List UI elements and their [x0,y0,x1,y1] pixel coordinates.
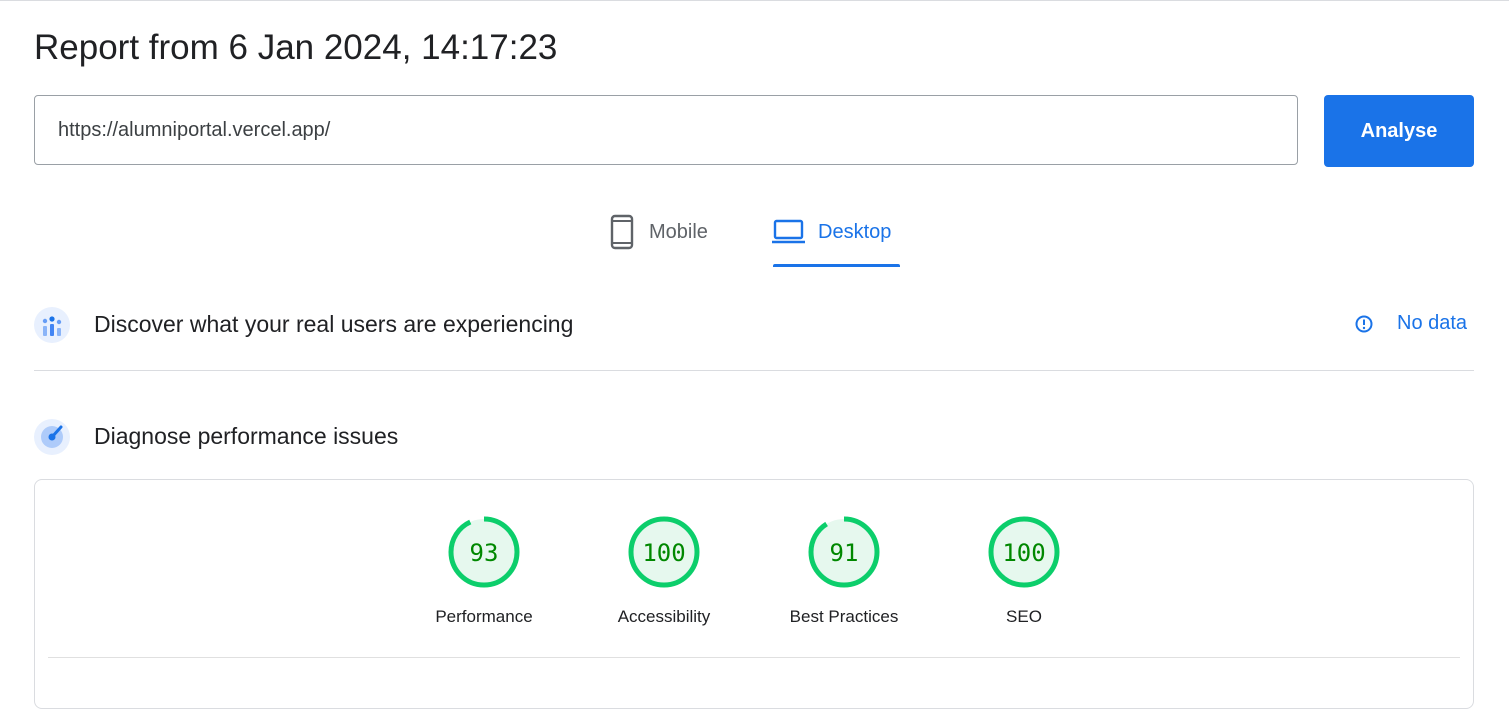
performance-label: Performance [435,607,533,626]
no-data-label: No data [1397,312,1468,334]
performance-score: 93 [470,539,499,567]
performance-gauge-ring: 93 [448,516,520,588]
users-chart-icon [34,307,70,343]
field-data-title: Discover what your real users are experi… [94,311,574,337]
url-input[interactable]: https://alumniportal.vercel.app/ [34,95,1298,165]
card-divider [48,657,1460,658]
top-border [0,0,1509,1]
seo-label: SEO [1006,607,1042,626]
best-practices-label: Best Practices [789,607,899,626]
report-title: Report from 6 Jan 2024, 14:17:23 [34,28,558,67]
phone-icon [609,214,637,250]
gauge-icon [34,419,70,455]
section-divider [34,370,1474,371]
no-data-link[interactable]: No data [1354,312,1467,335]
tab-selected-indicator [773,264,900,267]
tab-mobile-label: Mobile [649,220,708,243]
scores-card [34,479,1474,709]
best-practices-score: 91 [830,539,859,567]
tab-mobile[interactable]: Mobile [609,212,708,252]
score-gauge-accessibility[interactable]: 100 Accessibility [599,514,729,627]
accessibility-score: 100 [642,539,685,567]
laptop-icon [771,218,806,246]
lab-data-title: Diagnose performance issues [94,423,399,449]
seo-gauge-ring: 100 [988,516,1060,588]
tab-desktop[interactable]: Desktop [771,212,891,252]
accessibility-label: Accessibility [617,607,711,626]
analyse-button[interactable]: Analyse [1324,95,1474,167]
accessibility-gauge-ring: 100 [628,516,700,588]
info-icon [1354,314,1374,334]
best-practices-gauge-ring: 91 [808,516,880,588]
tab-desktop-label: Desktop [818,220,892,243]
score-gauge-seo[interactable]: 100 SEO [959,514,1089,627]
score-gauge-performance[interactable]: 93 Performance [419,514,549,627]
score-gauge-best-practices[interactable]: 91 Best Practices [779,514,909,627]
seo-score: 100 [1002,539,1045,567]
